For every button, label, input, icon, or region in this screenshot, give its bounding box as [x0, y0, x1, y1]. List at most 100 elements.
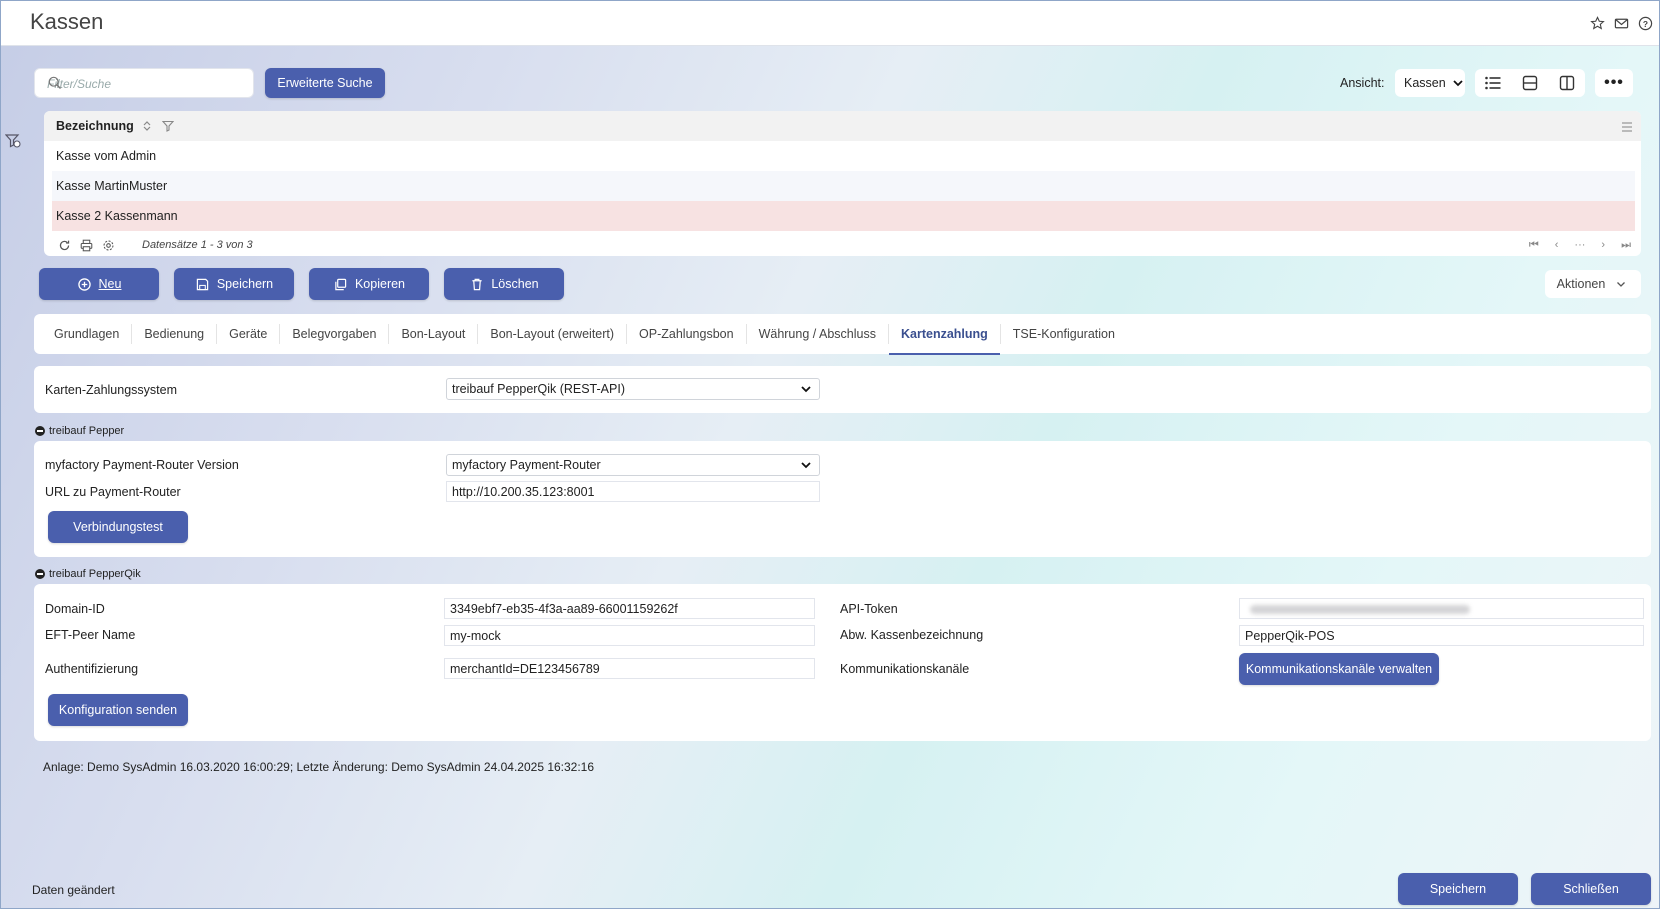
tab-grundlagen[interactable]: Grundlagen — [42, 324, 133, 344]
tab-bedienung[interactable]: Bedienung — [132, 324, 218, 344]
eft-peer-label: EFT-Peer Name — [45, 628, 136, 642]
save-button[interactable]: Speichern — [174, 268, 294, 300]
split-horizontal-icon[interactable] — [1522, 75, 1538, 91]
save-button-label: Speichern — [216, 277, 274, 291]
domain-id-label: Domain-ID — [45, 602, 105, 616]
pepper-panel: myfactory Payment-Router Version myfacto… — [34, 441, 1651, 557]
row-label: Kasse vom Admin — [56, 149, 157, 163]
pager: ⏮ ‹ ··· › ⏭ — [1529, 239, 1631, 252]
prev-page-icon[interactable]: ‹ — [1555, 239, 1559, 252]
actions-dropdown-label: Aktionen — [1556, 277, 1606, 291]
tab-geraete[interactable]: Geräte — [217, 324, 281, 344]
last-page-icon[interactable]: ⏭ — [1621, 239, 1631, 252]
footer-save-label: Speichern — [1429, 882, 1487, 896]
table-row[interactable]: Kasse MartinMuster — [52, 171, 1635, 201]
star-icon[interactable] — [1589, 15, 1605, 31]
help-icon[interactable]: ? — [1637, 15, 1653, 31]
pepper-section-title: treibauf Pepper — [49, 425, 125, 437]
table-row[interactable]: Kasse vom Admin — [52, 141, 1635, 171]
plus-circle-icon — [77, 276, 93, 292]
api-token-field[interactable] — [1239, 598, 1644, 619]
search-input[interactable]: Filter/Suche — [34, 68, 254, 98]
view-select-value: Kassen — [1404, 76, 1446, 90]
tab-bon-layout-erweitert[interactable]: Bon-Layout (erweitert) — [478, 324, 628, 344]
router-url-field[interactable]: http://10.200.35.123:8001 — [446, 481, 820, 502]
settings-icon[interactable] — [100, 237, 116, 253]
alt-register-name-label: Abw. Kassenbezeichnung — [840, 628, 984, 642]
router-version-label: myfactory Payment-Router Version — [45, 458, 239, 472]
connection-test-label: Verbindungstest — [73, 520, 163, 534]
close-button[interactable]: Schließen — [1531, 873, 1651, 905]
list-view-icon[interactable] — [1485, 75, 1501, 91]
send-configuration-label: Konfiguration senden — [58, 703, 178, 717]
refresh-icon[interactable] — [56, 237, 72, 253]
mail-icon[interactable] — [1613, 15, 1629, 31]
actions-dropdown[interactable]: Aktionen — [1545, 270, 1641, 298]
connection-test-button[interactable]: Verbindungstest — [48, 511, 188, 543]
row-label: Kasse 2 Kassenmann — [56, 209, 178, 223]
advanced-search-button[interactable]: Erweiterte Suche — [265, 68, 385, 98]
header: Kassen ? — [1, 1, 1659, 46]
tab-bar: Grundlagen Bedienung Geräte Belegvorgabe… — [34, 314, 1651, 355]
router-version-value: myfactory Payment-Router — [452, 458, 601, 472]
authentication-field[interactable]: merchantId=DE123456789 — [444, 658, 815, 679]
sort-icon[interactable] — [139, 118, 155, 134]
tab-waehrung-abschluss[interactable]: Währung / Abschluss — [747, 324, 889, 344]
records-grid: Bezeichnung Kasse vom Admin Kasse Martin… — [44, 111, 1641, 256]
eft-peer-field[interactable]: my-mock — [444, 625, 815, 646]
column-menu-icon[interactable] — [1619, 119, 1635, 135]
view-select[interactable]: Kassen — [1395, 69, 1465, 97]
split-vertical-icon[interactable] — [1559, 75, 1575, 91]
api-token-label: API-Token — [840, 602, 898, 616]
delete-button[interactable]: Löschen — [444, 268, 564, 300]
router-url-label: URL zu Payment-Router — [45, 485, 181, 499]
tab-bon-layout[interactable]: Bon-Layout — [389, 324, 479, 344]
router-version-select[interactable]: myfactory Payment-Router — [446, 454, 820, 476]
table-row-selected[interactable]: Kasse 2 Kassenmann — [52, 201, 1635, 231]
copy-button[interactable]: Kopieren — [309, 268, 429, 300]
pepperqik-panel: Domain-ID 3349ebf7-eb35-4f3a-aa89-660011… — [34, 584, 1651, 741]
chevron-down-icon — [798, 457, 814, 473]
close-button-label: Schließen — [1563, 882, 1619, 896]
column-header[interactable]: Bezeichnung — [44, 111, 1641, 141]
first-page-icon[interactable]: ⏮ — [1529, 239, 1539, 252]
advanced-search-label: Erweiterte Suche — [277, 76, 373, 90]
new-button[interactable]: Neu — [39, 268, 159, 300]
new-button-label: Neu — [98, 277, 122, 291]
filter-settings-icon[interactable] — [4, 133, 21, 152]
record-count: Datensätze 1 - 3 von 3 — [142, 239, 253, 251]
pepper-section-toggle[interactable]: treibauf Pepper — [35, 425, 124, 437]
tab-kartenzahlung[interactable]: Kartenzahlung — [888, 324, 1001, 355]
column-header-label: Bezeichnung — [56, 119, 134, 133]
page-title: Kassen — [30, 9, 104, 34]
trash-icon — [469, 276, 485, 292]
tab-belegvorgaben[interactable]: Belegvorgaben — [280, 324, 390, 344]
svg-text:?: ? — [1642, 18, 1647, 28]
collapse-icon — [35, 426, 45, 436]
print-icon[interactable] — [78, 237, 94, 253]
filter-icon[interactable] — [160, 118, 176, 134]
delete-button-label: Löschen — [491, 277, 539, 291]
alt-register-name-field[interactable]: PepperQik-POS — [1239, 625, 1644, 646]
chevron-down-icon — [798, 381, 814, 397]
send-configuration-button[interactable]: Konfiguration senden — [48, 694, 188, 726]
pepperqik-section-toggle[interactable]: treibauf PepperQik — [35, 568, 141, 580]
next-page-icon[interactable]: › — [1601, 239, 1605, 252]
payment-system-select[interactable]: treibauf PepperQik (REST-API) — [446, 378, 820, 400]
audit-info: Anlage: Demo SysAdmin 16.03.2020 16:00:2… — [43, 760, 595, 774]
page-dots-icon[interactable]: ··· — [1574, 239, 1585, 252]
search-icon[interactable] — [47, 75, 63, 91]
manage-channels-button[interactable]: Kommunikationskanäle verwalten — [1239, 653, 1439, 685]
payment-system-value: treibauf PepperQik (REST-API) — [452, 382, 625, 396]
copy-button-label: Kopieren — [354, 277, 406, 291]
tab-op-zahlungsbon[interactable]: OP-Zahlungsbon — [627, 324, 747, 344]
payment-system-label: Karten-Zahlungssystem — [45, 383, 178, 397]
chevron-down-icon — [1613, 276, 1629, 292]
footer-save-button[interactable]: Speichern — [1398, 873, 1518, 905]
pepperqik-section-title: treibauf PepperQik — [49, 568, 141, 580]
more-options-icon[interactable]: ••• — [1595, 69, 1633, 97]
tab-tse-konfiguration[interactable]: TSE-Konfiguration — [1001, 324, 1127, 344]
status-text: Daten geändert — [32, 883, 115, 897]
domain-id-field[interactable]: 3349ebf7-eb35-4f3a-aa89-66001159262f — [444, 598, 815, 619]
redacted-token — [1250, 605, 1470, 614]
